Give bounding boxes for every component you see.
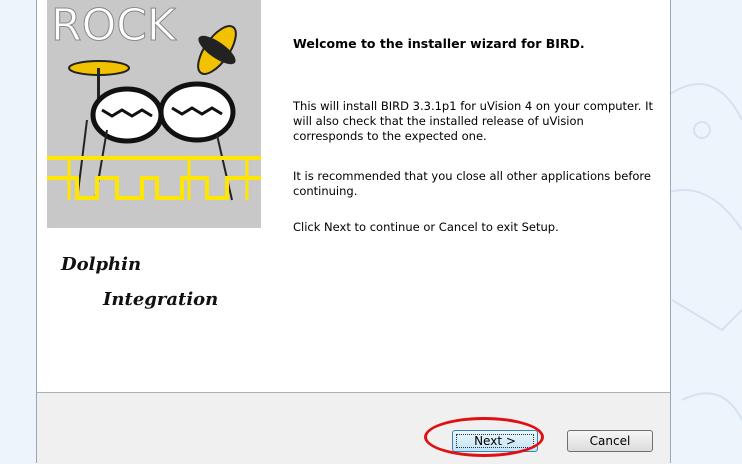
rock-logo-text: ROCK (51, 0, 177, 51)
cancel-button-label: Cancel (589, 434, 631, 448)
side-banner-panel: ROCK Dolphin Integration (37, 0, 273, 392)
close-apps-recommendation: It is recommended that you close all oth… (293, 169, 651, 198)
next-cancel-instruction: Click Next to continue or Cancel to exit… (293, 220, 559, 234)
next-button[interactable]: Next > (452, 430, 538, 452)
company-name-line1: Dolphin (61, 254, 142, 275)
drum-kit-banner: ROCK (47, 0, 261, 228)
installer-window: ROCK Dolphin Integration Welcome to the … (36, 0, 671, 464)
cancel-button[interactable]: Cancel (567, 430, 653, 452)
install-description: This will install BIRD 3.3.1p1 for uVisi… (293, 99, 654, 143)
welcome-title: Welcome to the installer wizard for BIRD… (293, 36, 585, 51)
company-name-line2: Integration (103, 289, 219, 310)
focus-rectangle (456, 434, 534, 448)
button-bar: Next > Cancel (37, 392, 670, 464)
